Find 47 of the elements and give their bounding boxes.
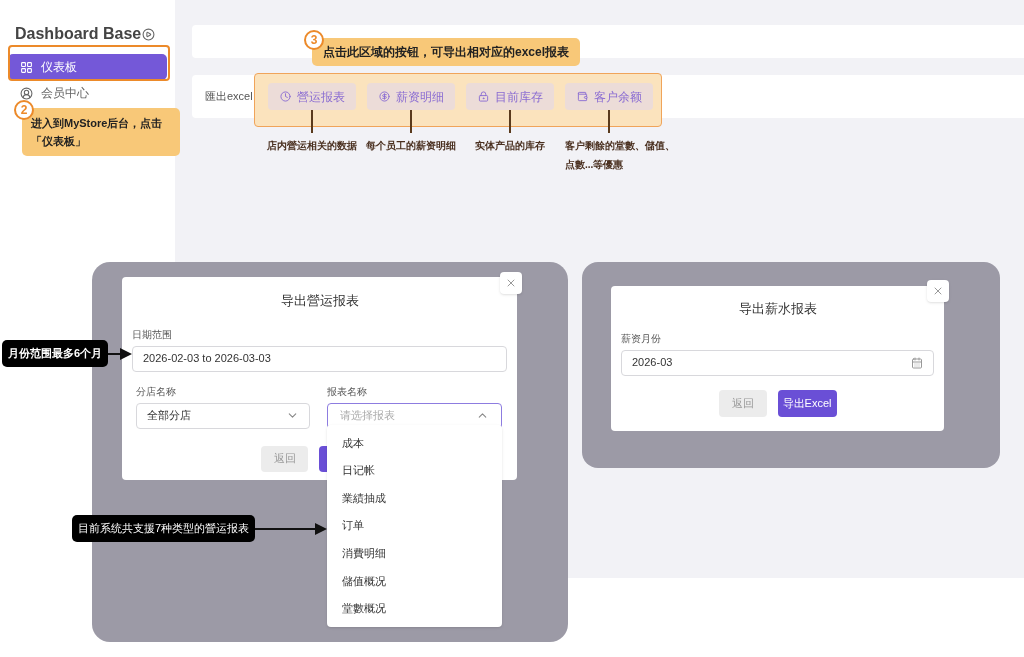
user-icon <box>20 86 33 100</box>
close-icon <box>932 285 944 297</box>
date-range-field[interactable]: 2026-02-03 to 2026-03-03 <box>132 345 507 372</box>
wallet-icon <box>576 91 588 102</box>
grid-icon <box>20 60 33 74</box>
callout-text: 进入到MyStore后台，点击「仪表板」 <box>31 116 164 149</box>
lock-icon <box>477 91 489 102</box>
note-label: 月份范围最多6个月 <box>1 340 108 367</box>
field-label: 分店名称 <box>136 384 177 399</box>
button-description: 店内營运相关的数据 <box>267 139 357 153</box>
button-description: 实体产品的库存 <box>475 139 545 153</box>
collapse-icon[interactable] <box>142 27 155 41</box>
dropdown-option[interactable]: 订单 <box>327 511 502 540</box>
close-button[interactable] <box>927 280 949 302</box>
field-label: 报表名称 <box>327 384 368 399</box>
dropdown-option[interactable]: 堂數概况 <box>327 594 502 623</box>
leader-line <box>608 110 610 133</box>
month-field[interactable]: 2026-03 <box>621 349 934 376</box>
dropdown-option[interactable]: 成本 <box>327 429 502 457</box>
dropdown-option[interactable]: 業績抽成 <box>327 484 502 512</box>
export-button[interactable]: 导出Excel <box>777 389 837 417</box>
dollar-coin-icon <box>378 91 390 102</box>
note-label: 目前系统共支援7种类型的營运报表 <box>71 515 255 542</box>
app-title: Dashboard Base <box>15 24 142 44</box>
leader-line <box>311 110 313 133</box>
calendar-icon <box>911 356 923 369</box>
dialog-title: 导出營运报表 <box>279 292 360 310</box>
button-description: 每个员工的薪资明细 <box>366 139 456 153</box>
dropdown-option[interactable]: 日记帐 <box>327 456 502 485</box>
button-description: 客户剩餘的堂數、儲值、点數...等優惠 <box>565 139 676 172</box>
callout-text: 点击此区域的按钮，可导出相对应的excel报表 <box>323 44 569 61</box>
nav-item[interactable]: 会员中心 <box>8 84 167 102</box>
dropdown-option[interactable]: 儲值概况 <box>327 566 502 595</box>
pointer-arrow <box>255 521 327 536</box>
nav-item[interactable]: 仪表板 <box>8 54 167 80</box>
clock-icon <box>279 91 291 102</box>
pointer-arrow <box>108 346 132 361</box>
field-label: 日期范围 <box>132 327 173 342</box>
leader-line <box>509 110 511 133</box>
export-label: 匯出excel <box>205 89 254 105</box>
close-icon <box>505 277 517 289</box>
branch-select[interactable]: 全部分店 <box>136 402 310 429</box>
dropdown-option[interactable]: 消費明细 <box>327 539 502 567</box>
close-button[interactable] <box>500 272 522 294</box>
leader-line <box>410 110 412 133</box>
field-label: 薪资月份 <box>621 331 662 346</box>
dialog-title: 导出薪水报表 <box>737 300 818 318</box>
